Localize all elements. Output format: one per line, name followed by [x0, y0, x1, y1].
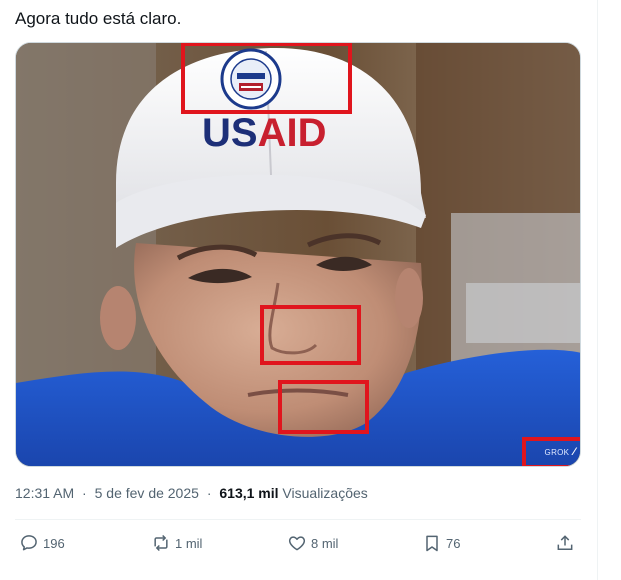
cap-brand-text: USAID: [202, 111, 326, 155]
tweet-time[interactable]: 12:31 AM: [15, 485, 74, 501]
like-icon: [288, 536, 306, 551]
repost-icon: [154, 534, 168, 552]
bookmark-icon: [426, 535, 438, 552]
column-divider: [597, 0, 598, 580]
views-count: 613,1 mil: [219, 485, 279, 501]
like-count: 8 mil: [311, 535, 339, 551]
share-button[interactable]: [555, 528, 575, 558]
meta-separator: ·: [82, 485, 87, 501]
reply-icon: [21, 535, 37, 551]
repost-button[interactable]: 1 mil: [151, 528, 202, 558]
repost-count: 1 mil: [175, 535, 203, 551]
views-label: Visualizações: [282, 485, 368, 501]
share-icon: [557, 535, 573, 550]
like-button[interactable]: 8 mil: [287, 528, 338, 558]
grok-watermark: GROK ⁄: [537, 439, 580, 465]
meta-divider: [15, 519, 581, 520]
grok-logo-icon: ⁄: [573, 446, 576, 458]
grok-watermark-text: GROK: [544, 447, 570, 457]
action-bar: 196 1 mil 8 mil 76: [15, 528, 581, 558]
bookmark-button[interactable]: 76: [422, 528, 460, 558]
tweet-photo[interactable]: USAID GROK ⁄: [15, 42, 581, 467]
bookmark-count: 76: [446, 535, 461, 551]
tweet-meta: 12:31 AM · 5 de fev de 2025 · 613,1 mil …: [15, 484, 368, 502]
tweet-date[interactable]: 5 de fev de 2025: [95, 485, 199, 501]
reply-button[interactable]: 196: [19, 528, 65, 558]
photo-illustration: USAID: [16, 43, 580, 466]
tweet-detail: Agora tudo está claro. USAID GROK ⁄ 12:3…: [0, 0, 621, 580]
tweet-text: Agora tudo está claro.: [15, 9, 182, 28]
meta-separator: ·: [206, 485, 212, 501]
reply-count: 196: [43, 535, 65, 551]
